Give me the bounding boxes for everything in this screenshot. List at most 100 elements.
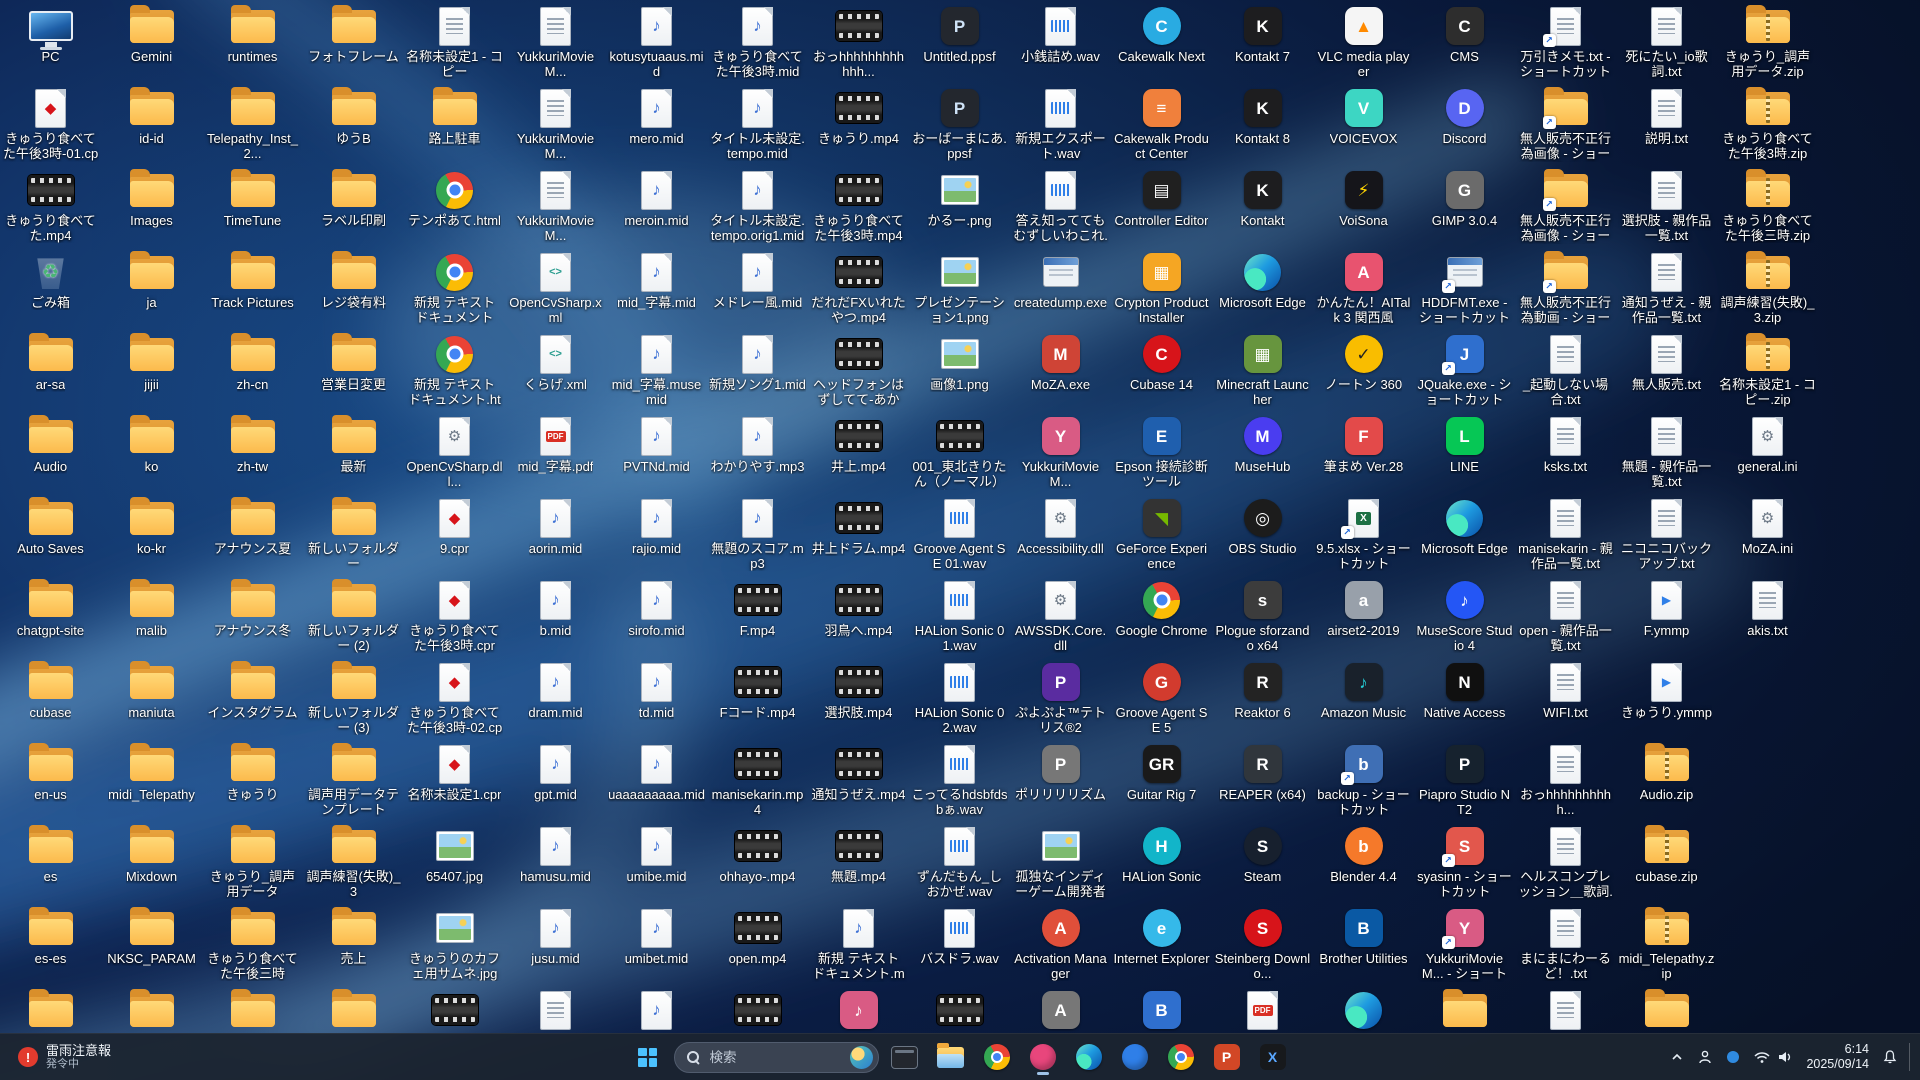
desktop-icon[interactable]: ♪mero.mid bbox=[606, 84, 707, 166]
desktop-icon[interactable]: ◎OBS Studio bbox=[1212, 494, 1313, 576]
desktop-icon[interactable]: ↗無人販売不正行為画像 - ショートカット bbox=[1515, 166, 1616, 248]
desktop-icon[interactable]: ⚙OpenCvSharp.dll... bbox=[404, 412, 505, 494]
desktop-icon[interactable]: Aかんたん！AITalk 3 関西風 bbox=[1313, 248, 1414, 330]
desktop-icon[interactable]: ▲VLC media player bbox=[1313, 2, 1414, 84]
desktop-icon[interactable]: 新規エクスポート.wav bbox=[1010, 84, 1111, 166]
desktop-icon[interactable]: RReaktor 6 bbox=[1212, 658, 1313, 740]
desktop-icon[interactable]: GGIMP 3.0.4 bbox=[1414, 166, 1515, 248]
desktop-icon[interactable]: ◥GeForce Experience bbox=[1111, 494, 1212, 576]
desktop-icon[interactable]: ♪無題のスコア.mp3 bbox=[707, 494, 808, 576]
desktop-icon[interactable]: 無題 - 親作品一覧.txt bbox=[1616, 412, 1717, 494]
desktop-icon[interactable]: Telepathy_Inst_2... bbox=[202, 84, 303, 166]
desktop-icon[interactable]: MMoZA.exe bbox=[1010, 330, 1111, 412]
desktop-icon[interactable]: レジ袋有料 bbox=[303, 248, 404, 330]
desktop-icon[interactable]: midi_Telepathy bbox=[101, 740, 202, 822]
desktop-icon[interactable]: 65407.jpg bbox=[404, 822, 505, 904]
desktop-icon[interactable]: aairset2-2019 bbox=[1313, 576, 1414, 658]
desktop-icon[interactable]: chatgpt-site bbox=[0, 576, 101, 658]
desktop-icon[interactable]: maniuta bbox=[101, 658, 202, 740]
desktop-icon[interactable]: ♪新規ソング1.mid bbox=[707, 330, 808, 412]
desktop-icon[interactable]: きゅうり食べてた午後3時.zip bbox=[1717, 84, 1818, 166]
desktop-icon[interactable]: きゅうり_調声用データ bbox=[202, 822, 303, 904]
start-button[interactable] bbox=[628, 1037, 668, 1077]
desktop-icon[interactable]: ohhayo-.mp4 bbox=[707, 822, 808, 904]
desktop-icon[interactable]: ヘルスコンプレッション＿歌詞.txt bbox=[1515, 822, 1616, 904]
desktop-icon[interactable]: ♪aorin.mid bbox=[505, 494, 606, 576]
desktop-icon[interactable]: おっhhhhhhhhhh... bbox=[1515, 740, 1616, 822]
desktop-icon[interactable]: ♪mid_字幕.musemid bbox=[606, 330, 707, 412]
weather-widget[interactable]: ! 雷雨注意報 発令中 bbox=[10, 1039, 119, 1075]
desktop-icon[interactable]: ▦Minecraft Launcher bbox=[1212, 330, 1313, 412]
desktop-icon[interactable]: ゆうB bbox=[303, 84, 404, 166]
tray-status-orb-button[interactable] bbox=[1720, 1039, 1746, 1075]
desktop-icon[interactable]: YukkuriMovieM... bbox=[505, 166, 606, 248]
desktop-icon[interactable]: ▶F.ymmp bbox=[1616, 576, 1717, 658]
desktop-icon[interactable]: ♪kotusytuaaus.mid bbox=[606, 2, 707, 84]
desktop-icon[interactable]: Audio.zip bbox=[1616, 740, 1717, 822]
desktop-icon[interactable]: F筆まめ Ver.28 bbox=[1313, 412, 1414, 494]
desktop-icon[interactable]: X↗9.5.xlsx - ショートカット bbox=[1313, 494, 1414, 576]
desktop-icon[interactable]: _起動しない場合.txt bbox=[1515, 330, 1616, 412]
desktop-icon[interactable]: 孤独なインディーゲーム開発者の一生... bbox=[1010, 822, 1111, 904]
desktop-icon[interactable]: アナウンス夏 bbox=[202, 494, 303, 576]
desktop-icon[interactable]: 選択肢.mp4 bbox=[808, 658, 909, 740]
desktop-icon[interactable]: まにまにわーるど！.txt bbox=[1515, 904, 1616, 986]
desktop-icon[interactable]: ♪新規 テキスト ドキュメント.musicxml bbox=[808, 904, 909, 986]
desktop-icon[interactable]: ⚙Accessibility.dll bbox=[1010, 494, 1111, 576]
desktop-icon[interactable]: GGroove Agent SE 5 bbox=[1111, 658, 1212, 740]
desktop-icon[interactable]: S↗syasinn - ショートカット bbox=[1414, 822, 1515, 904]
desktop-icon[interactable]: Y↗YukkuriMovieM... - ショートカット bbox=[1414, 904, 1515, 986]
desktop-icon[interactable]: 調声練習(失敗)_3 bbox=[303, 822, 404, 904]
desktop-icon[interactable]: 名称未設定1 - コピー bbox=[404, 2, 505, 84]
desktop-icon[interactable]: SSteam bbox=[1212, 822, 1313, 904]
desktop-icon[interactable]: Auto Saves bbox=[0, 494, 101, 576]
desktop-icon[interactable]: DDiscord bbox=[1414, 84, 1515, 166]
desktop-icon[interactable]: J↗JQuake.exe - ショートカット bbox=[1414, 330, 1515, 412]
desktop-icon[interactable]: runtimes bbox=[202, 2, 303, 84]
desktop-icon[interactable]: ko-kr bbox=[101, 494, 202, 576]
desktop-icon[interactable]: ▶きゅうり.ymmp bbox=[1616, 658, 1717, 740]
clock[interactable]: 6:14 2025/09/14 bbox=[1800, 1039, 1875, 1075]
desktop-icon[interactable]: 答え知っててもむずしいわこれ.wav bbox=[1010, 166, 1111, 248]
desktop-icon[interactable]: アナウンス冬 bbox=[202, 576, 303, 658]
taskbar-search[interactable] bbox=[674, 1042, 879, 1073]
desktop-icon[interactable]: 新しいフォルダー bbox=[303, 494, 404, 576]
desktop-icon[interactable]: 選択肢 - 親作品一覧.txt bbox=[1616, 166, 1717, 248]
desktop-icon[interactable]: ▦Crypton Product Installer bbox=[1111, 248, 1212, 330]
desktop-icon[interactable]: 営業日変更 bbox=[303, 330, 404, 412]
desktop-icon[interactable]: ラベル印刷 bbox=[303, 166, 404, 248]
taskbar-app-file-explorer[interactable] bbox=[931, 1037, 971, 1077]
desktop-icon[interactable]: TimeTune bbox=[202, 166, 303, 248]
desktop-icon[interactable]: es bbox=[0, 822, 101, 904]
desktop-icon[interactable]: Pポリリリリズム bbox=[1010, 740, 1111, 822]
desktop-icon[interactable]: malib bbox=[101, 576, 202, 658]
desktop-icon[interactable]: ヘッドフォンはずしてて-あかゃ.mp4 bbox=[808, 330, 909, 412]
desktop-icon[interactable]: こってるhdsbfdsbぁ.wav bbox=[909, 740, 1010, 822]
desktop-icon[interactable]: ♪わかりやす.mp3 bbox=[707, 412, 808, 494]
desktop-icon[interactable]: ✓ノートン 360 bbox=[1313, 330, 1414, 412]
desktop-icon[interactable]: きゅうり bbox=[202, 740, 303, 822]
desktop-icon[interactable]: ♪dram.mid bbox=[505, 658, 606, 740]
desktop-icon[interactable]: 井上ドラム.mp4 bbox=[808, 494, 909, 576]
desktop-icon[interactable]: Gemini bbox=[101, 2, 202, 84]
desktop-icon[interactable]: 新しいフォルダー (3) bbox=[303, 658, 404, 740]
desktop-icon[interactable]: かるー.png bbox=[909, 166, 1010, 248]
desktop-icon[interactable]: zh-cn bbox=[202, 330, 303, 412]
desktop-icon[interactable]: プレゼンテーション1.png bbox=[909, 248, 1010, 330]
desktop-icon[interactable]: 新しいフォルダー (2) bbox=[303, 576, 404, 658]
desktop-icon[interactable]: 通知うぜえ - 親作品一覧.txt bbox=[1616, 248, 1717, 330]
taskbar-app-x-app[interactable]: X bbox=[1253, 1037, 1293, 1077]
desktop-icon[interactable]: YukkuriMovieM... bbox=[505, 84, 606, 166]
desktop-icon[interactable]: akis.txt bbox=[1717, 576, 1818, 658]
desktop-icon[interactable]: open - 親作品一覧.txt bbox=[1515, 576, 1616, 658]
desktop-icon[interactable]: ≡Cakewalk Product Center bbox=[1111, 84, 1212, 166]
desktop-icon[interactable]: ♪meroin.mid bbox=[606, 166, 707, 248]
desktop-icon[interactable]: Groove Agent SE 01.wav bbox=[909, 494, 1010, 576]
desktop-icon[interactable]: ♪sirofo.mid bbox=[606, 576, 707, 658]
desktop-icon[interactable]: ♪メドレー風.mid bbox=[707, 248, 808, 330]
desktop-icon[interactable]: おっhhhhhhhhhhhh... bbox=[808, 2, 909, 84]
desktop-icon[interactable]: ♪Amazon Music bbox=[1313, 658, 1414, 740]
desktop-icon[interactable]: ◆名称未設定1.cpr bbox=[404, 740, 505, 822]
desktop-icon[interactable]: KKontakt 8 bbox=[1212, 84, 1313, 166]
desktop-icon[interactable]: midi_Telepathy.zip bbox=[1616, 904, 1717, 986]
